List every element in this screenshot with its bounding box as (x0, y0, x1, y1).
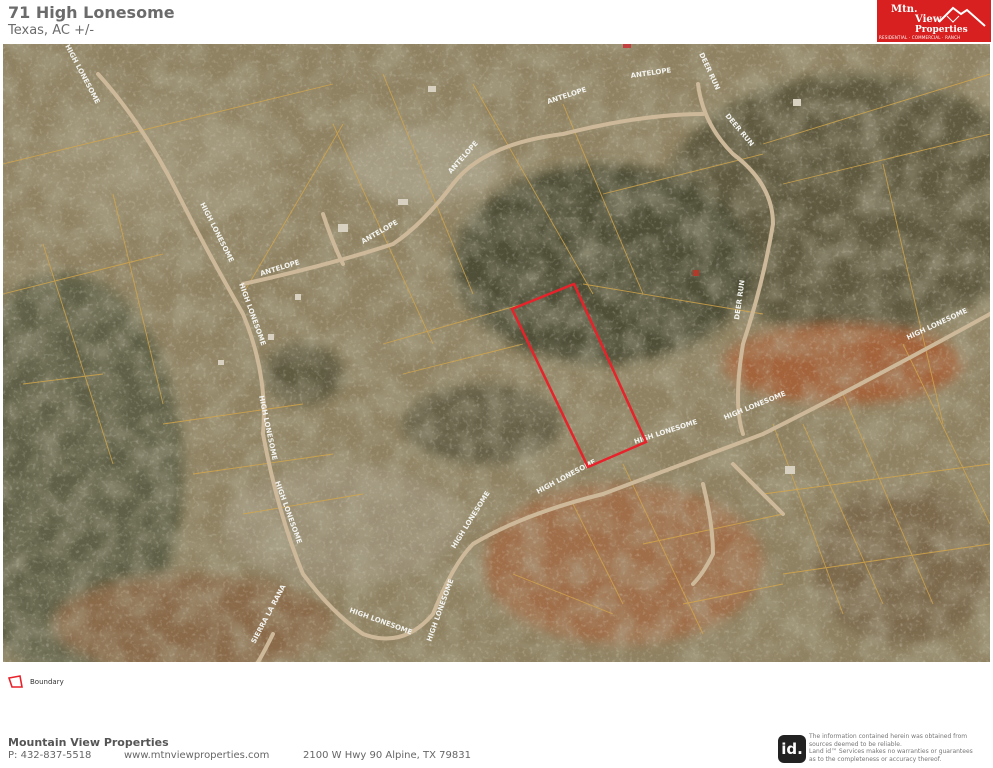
footer-company: Mountain View Properties (8, 736, 169, 749)
footer-address: 2100 W Hwy 90 Alpine, TX 79831 (303, 750, 471, 761)
boundary-legend-icon (8, 675, 23, 688)
footer-website[interactable]: www.mtnviewproperties.com (124, 750, 269, 761)
satellite-map[interactable]: ANTELOPE ANTELOPE ANTELOPE ANTELOPE ANTE… (3, 44, 990, 662)
footer-phone: P: 432-837-5518 (8, 750, 92, 761)
disclaimer: The information contained herein was obt… (809, 733, 991, 763)
logo-text-properties: Properties (915, 25, 968, 35)
disclaimer-line-4: as to the completeness or accuracy there… (809, 755, 942, 763)
logo-text-mtn: Mtn. (891, 4, 918, 15)
logo-tagline: RESIDENTIAL · COMMERCIAL · RANCH (879, 35, 961, 40)
company-logo: Mtn. View Properties RESIDENTIAL · COMME… (877, 0, 991, 42)
page-subtitle: Texas, AC +/- (8, 23, 95, 38)
page-title: 71 High Lonesome (8, 3, 175, 22)
land-id-logo-icon: id. (778, 735, 806, 763)
disclaimer-line-2: sources deemed to be reliable. (809, 740, 902, 748)
logo-text-view: View (915, 14, 942, 25)
map-canvas: ANTELOPE ANTELOPE ANTELOPE ANTELOPE ANTE… (3, 44, 990, 662)
disclaimer-line-1: The information contained herein was obt… (809, 733, 968, 740)
disclaimer-line-3: Land id™ Services makes no warranties or… (809, 748, 973, 755)
legend-label: Boundary (30, 678, 64, 686)
